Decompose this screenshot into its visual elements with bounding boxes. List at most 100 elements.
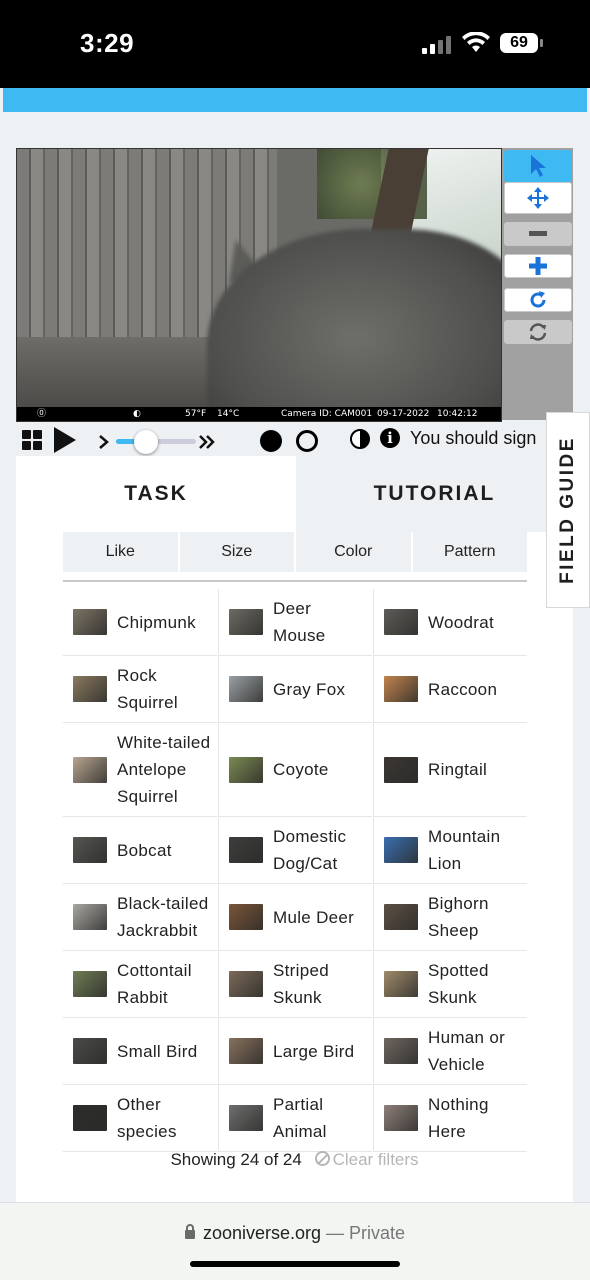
species-thumbnail (229, 837, 263, 863)
species-choice[interactable]: White-tailed Antelope Squirrel (63, 723, 217, 817)
species-label: Human or Vehicle (428, 1024, 505, 1078)
species-choice[interactable]: Domestic Dog/Cat (218, 817, 372, 884)
overlay-temp-f: 57°F (185, 409, 207, 419)
marker-filled-dot-icon[interactable] (260, 430, 282, 452)
species-label-line: Squirrel (117, 787, 178, 806)
species-thumbnail (73, 971, 107, 997)
subject-image[interactable]: ⓪ ◐ 57°F 14°C Camera ID: CAM001 09-17-20… (16, 148, 502, 422)
browser-url-bar: zooniverse.org — Private (0, 1202, 590, 1280)
species-label: Cottontail Rabbit (117, 957, 192, 1011)
filter-divider (63, 580, 527, 582)
filter-like[interactable]: Like (63, 532, 178, 572)
species-choice[interactable]: Bobcat (63, 817, 217, 884)
species-label-line: Dog/Cat (273, 854, 338, 873)
species-label: Chipmunk (117, 612, 196, 632)
species-choice[interactable]: Coyote (218, 723, 372, 817)
species-choice[interactable]: Large Bird (218, 1018, 372, 1085)
species-label: Bighorn Sheep (428, 890, 489, 944)
species-choice[interactable]: Small Bird (63, 1018, 217, 1085)
lock-icon (184, 1224, 195, 1239)
site-header-bar (3, 88, 587, 112)
species-thumbnail (229, 904, 263, 930)
filter-pattern[interactable]: Pattern (412, 532, 527, 572)
species-choice[interactable]: Mountain Lion (373, 817, 527, 884)
grid-view-icon[interactable] (22, 430, 42, 450)
move-tool-button[interactable] (504, 182, 572, 214)
species-thumbnail (229, 756, 263, 783)
species-choice[interactable]: Striped Skunk (218, 951, 372, 1018)
species-choice[interactable]: Gray Fox (218, 656, 372, 723)
tab-tutorial[interactable]: TUTORIAL (296, 456, 573, 532)
species-label: Striped Skunk (273, 957, 329, 1011)
species-label-line: Deer (273, 599, 312, 618)
species-choice[interactable]: Cottontail Rabbit (63, 951, 217, 1018)
filter-size[interactable]: Size (179, 532, 294, 572)
species-thumbnail (73, 609, 107, 635)
species-choice[interactable]: Woodrat (373, 589, 527, 656)
species-choice[interactable]: Human or Vehicle (373, 1018, 527, 1085)
species-thumbnail (73, 1038, 107, 1064)
home-indicator[interactable] (190, 1261, 400, 1267)
species-choice[interactable]: Raccoon (373, 656, 527, 723)
clear-filters-link[interactable]: Clear filters (333, 1150, 419, 1169)
species-thumbnail (384, 756, 418, 783)
marker-ring-icon[interactable] (296, 430, 318, 452)
tab-task[interactable]: TASK (16, 456, 296, 532)
species-label: Domestic Dog/Cat (273, 823, 346, 877)
filter-color[interactable]: Color (296, 532, 411, 572)
slider-thumb[interactable] (134, 430, 158, 454)
zoom-out-button[interactable] (504, 222, 572, 246)
species-label: Woodrat (428, 612, 495, 632)
contrast-icon[interactable] (350, 429, 370, 449)
species-label-line: Bighorn (428, 894, 489, 913)
species-label-line: Striped (273, 961, 329, 980)
species-choice[interactable]: Nothing Here (373, 1085, 527, 1152)
species-thumbnail (229, 676, 263, 702)
species-label-line: Domestic (273, 827, 347, 846)
image-toolbar (502, 148, 573, 420)
species-label-line: Partial (273, 1095, 324, 1114)
species-choice[interactable]: Black-tailed Jackrabbit (63, 884, 217, 951)
species-label: Ringtail (428, 760, 488, 779)
species-thumbnail (384, 1038, 418, 1064)
url-text[interactable]: zooniverse.org — Private (0, 1223, 590, 1244)
clear-filters-icon (314, 1151, 330, 1166)
reset-button[interactable] (504, 320, 572, 344)
play-icon[interactable] (54, 427, 76, 453)
species-thumbnail (229, 609, 263, 635)
species-choice[interactable]: Mule Deer (218, 884, 372, 951)
species-label: Partial Animal (273, 1091, 327, 1145)
species-choice[interactable]: Deer Mouse (218, 589, 372, 656)
species-label-line: Here (428, 1122, 467, 1141)
species-label-line: Jackrabbit (117, 921, 198, 940)
speed-slider[interactable] (98, 430, 218, 454)
species-label: Raccoon (428, 679, 498, 699)
field-guide-button[interactable]: FIELD GUIDE (546, 412, 590, 608)
rotate-icon (530, 291, 546, 308)
overlay-camera-id: Camera ID: CAM001 (281, 409, 373, 419)
url-domain: zooniverse.org (202, 1223, 322, 1243)
species-label-line: White-tailed (117, 733, 211, 752)
species-label: Deer Mouse (273, 595, 326, 649)
rotate-button[interactable] (504, 288, 572, 312)
species-label: Other species (117, 1091, 177, 1145)
species-choice[interactable]: Spotted Skunk (373, 951, 527, 1018)
url-separator: — (321, 1223, 350, 1243)
panel-tabs: TASK TUTORIAL (16, 456, 573, 532)
info-icon[interactable]: i (380, 428, 400, 448)
species-choice[interactable]: Chipmunk (63, 589, 217, 656)
zoom-in-button[interactable] (504, 254, 572, 278)
species-label-line: Nothing (428, 1095, 489, 1114)
species-choice[interactable]: Other species (63, 1085, 217, 1152)
pointer-tool-button[interactable] (504, 150, 572, 182)
species-label-line: Vehicle (428, 1055, 485, 1074)
url-privacy: Private (349, 1223, 406, 1243)
species-choice[interactable]: Partial Animal (218, 1085, 372, 1152)
species-choice[interactable]: Bighorn Sheep (373, 884, 527, 951)
species-choice[interactable]: Rock Squirrel (63, 656, 217, 723)
double-chevron-right-icon (199, 435, 215, 449)
species-thumbnail (73, 676, 107, 702)
species-choice[interactable]: Ringtail (373, 723, 527, 817)
overlay-date: 09-17-2022 (377, 409, 430, 419)
species-thumbnail (73, 837, 107, 863)
